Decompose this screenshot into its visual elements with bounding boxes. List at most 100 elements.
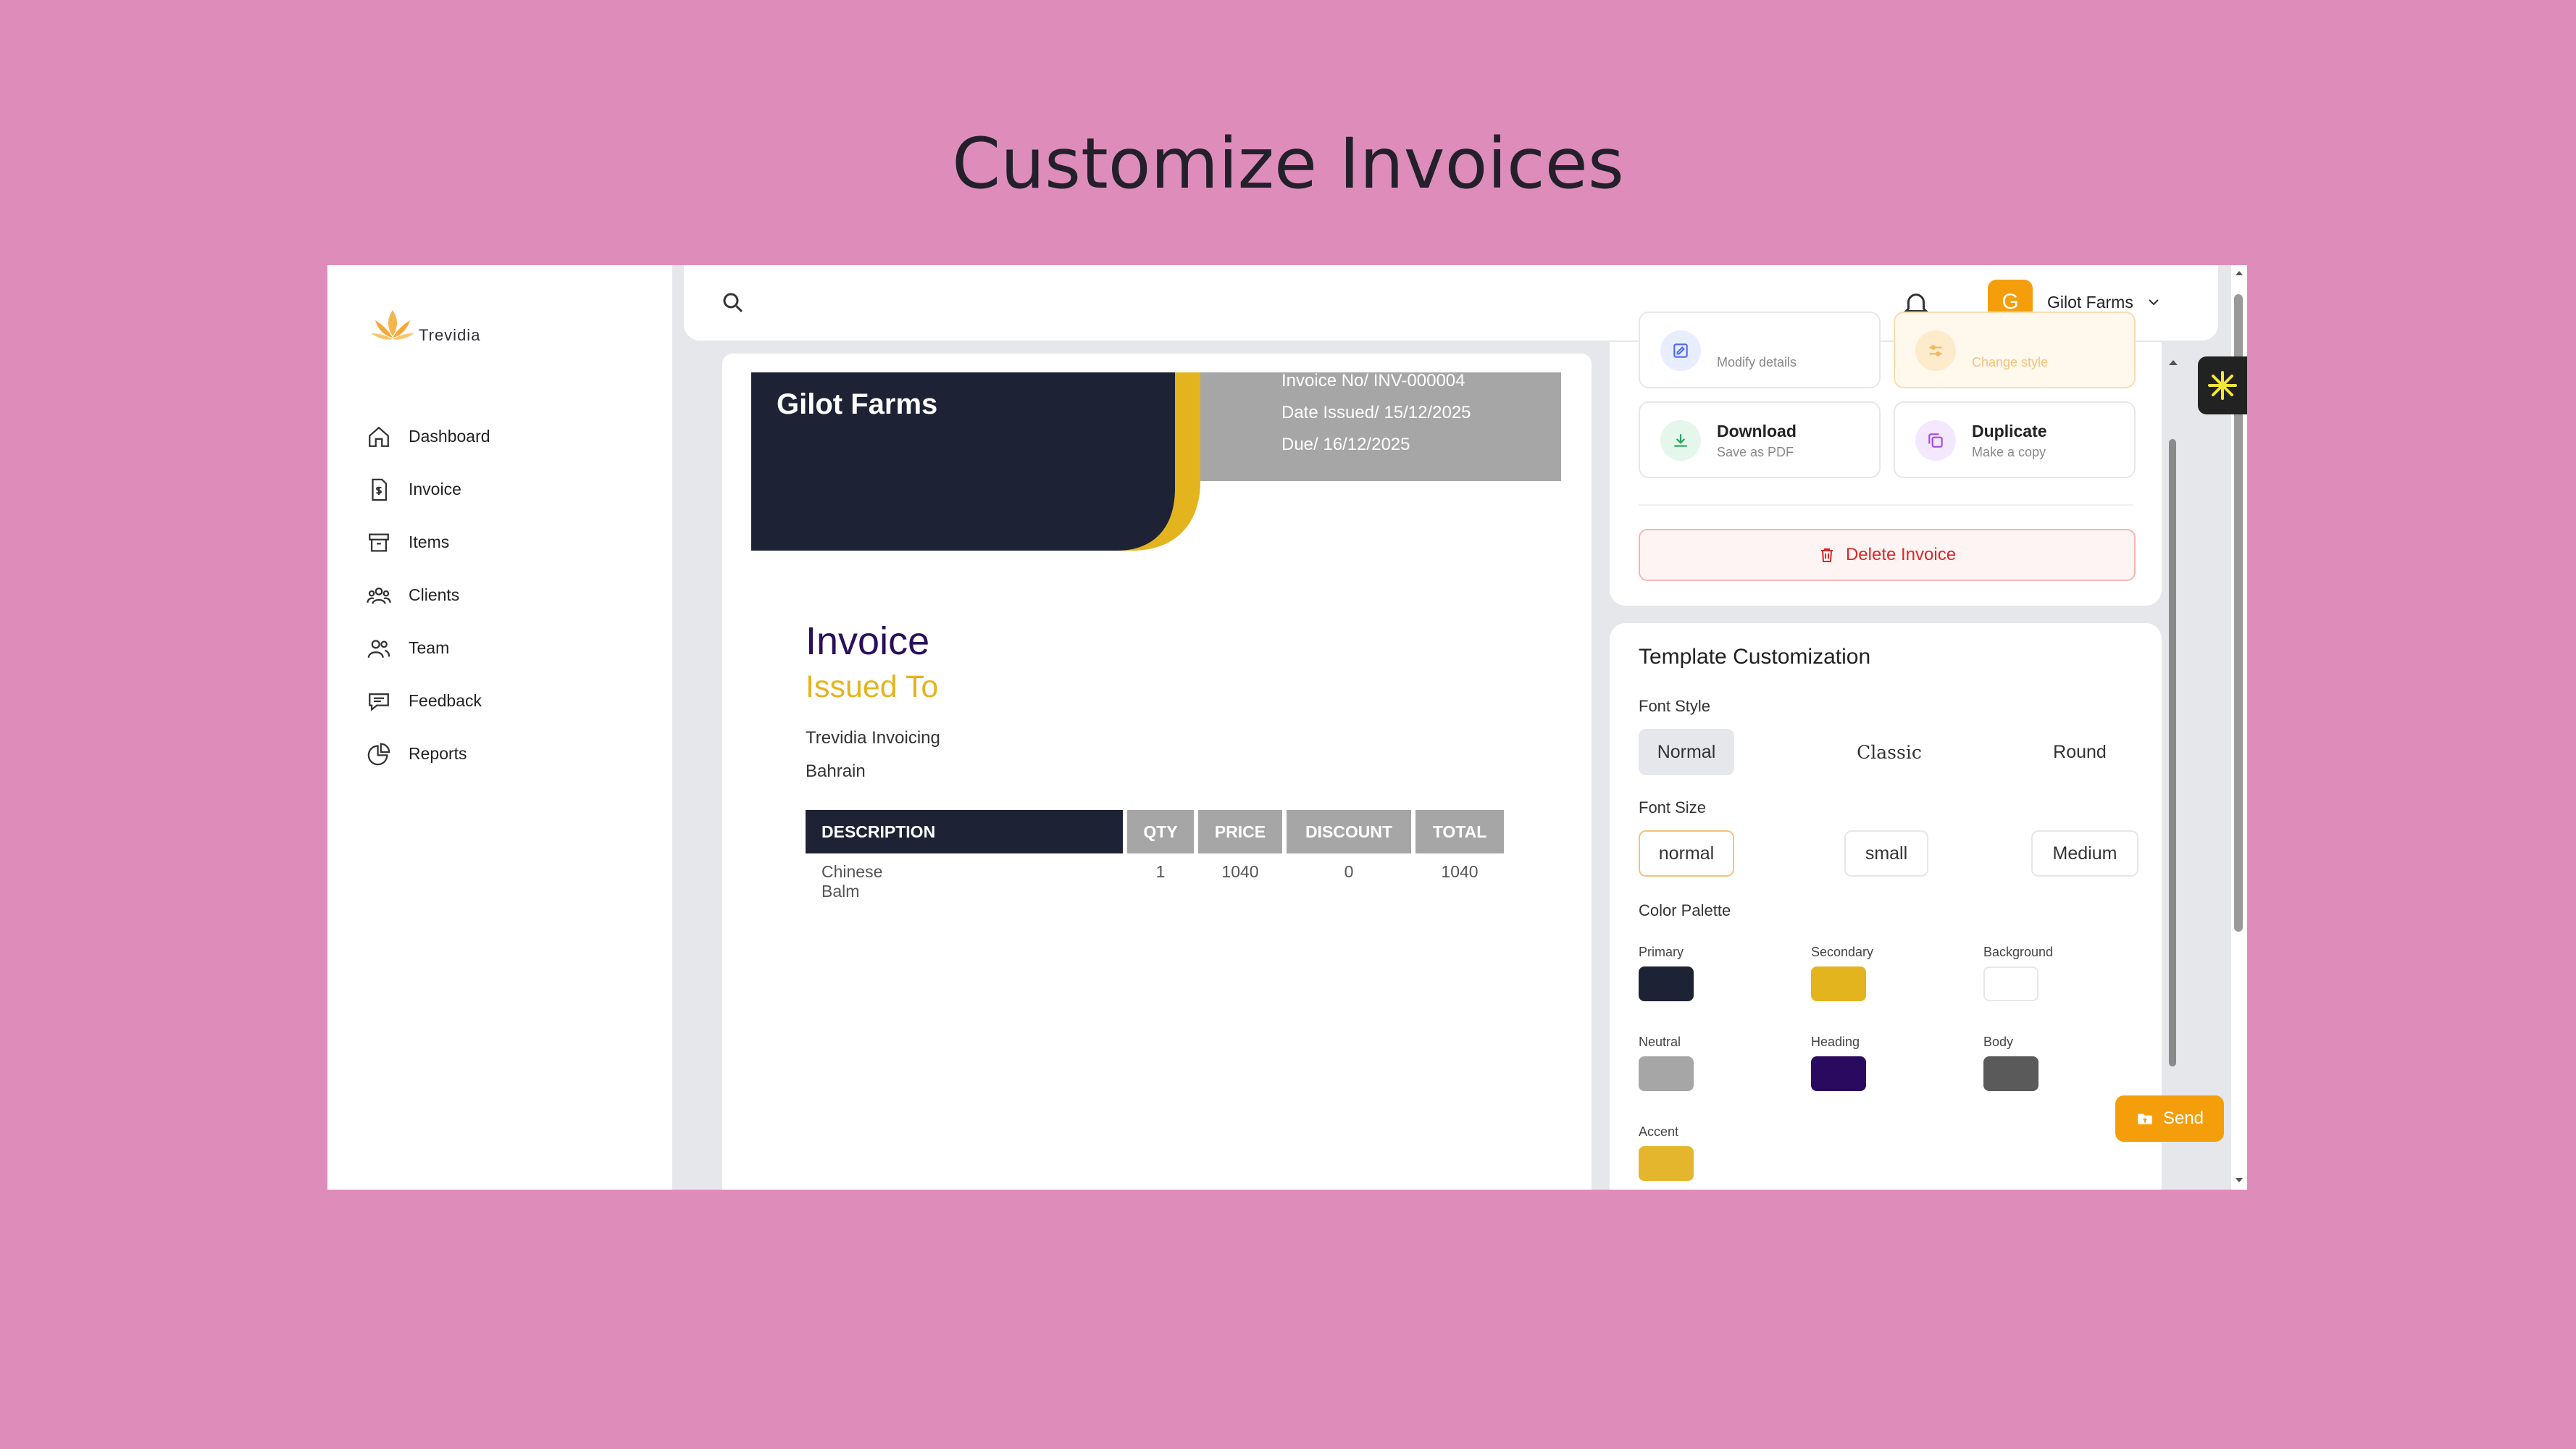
invoice-company-name: Gilot Farms bbox=[777, 388, 938, 420]
swatch-label-body: Body bbox=[1983, 1035, 2014, 1049]
template-customization-panel: Template Customization Font Style Normal… bbox=[1610, 623, 2162, 1190]
copy-icon bbox=[1915, 420, 1956, 461]
reports-icon bbox=[367, 743, 390, 765]
swatch-label-secondary: Secondary bbox=[1811, 945, 1874, 959]
search-icon[interactable] bbox=[720, 290, 746, 316]
swatch-label-accent: Accent bbox=[1639, 1124, 1679, 1139]
brand-logo[interactable]: Trevidia bbox=[369, 306, 480, 346]
send-label: Send bbox=[2162, 1108, 2204, 1128]
send-button[interactable]: Send bbox=[2115, 1095, 2224, 1142]
font-size-medium[interactable]: Medium bbox=[2031, 830, 2138, 877]
delete-invoice-button[interactable]: Delete Invoice bbox=[1639, 529, 2136, 581]
swatch-background[interactable] bbox=[1983, 966, 2038, 1001]
sliders-icon bbox=[1915, 330, 1956, 371]
client-name: Trevidia Invoicing bbox=[806, 728, 940, 748]
feedback-icon bbox=[369, 693, 389, 711]
sidebar-item-reports[interactable]: Reports bbox=[367, 727, 490, 780]
invoice-preview: Gilot Farms Invoice No/ INV-000004 Date … bbox=[722, 354, 1592, 1190]
font-size-small[interactable]: small bbox=[1844, 830, 1928, 877]
send-folder-icon bbox=[2138, 1114, 2152, 1124]
clients-icon bbox=[367, 587, 391, 604]
invoice-icon bbox=[372, 478, 388, 501]
invoice-title: Invoice bbox=[806, 619, 930, 663]
home-icon bbox=[369, 426, 389, 447]
edit-subtitle: Modify details bbox=[1717, 355, 1797, 369]
row-description: Chinese Balm bbox=[821, 862, 883, 901]
row-discount: 0 bbox=[1344, 862, 1354, 881]
download-icon bbox=[1660, 420, 1701, 461]
font-style-classic[interactable]: Classic bbox=[1839, 729, 1940, 775]
swatch-label-neutral: Neutral bbox=[1639, 1035, 1681, 1049]
team-icon bbox=[367, 639, 390, 658]
font-style-label: Font Style bbox=[1639, 697, 1711, 715]
sidebar-nav: Dashboard Invoice Items Clients Team Fee… bbox=[367, 410, 490, 780]
font-style-round[interactable]: Round bbox=[2027, 729, 2133, 775]
asterisk-icon bbox=[2208, 371, 2237, 400]
customize-subtitle: Change style bbox=[1972, 355, 2049, 369]
swatch-body[interactable] bbox=[1983, 1056, 2038, 1091]
swatch-primary[interactable] bbox=[1639, 966, 1694, 1001]
sidebar-item-team[interactable]: Team bbox=[367, 622, 490, 675]
column-header-price: PRICE bbox=[1198, 810, 1282, 853]
duplicate-subtitle: Make a copy bbox=[1972, 445, 2046, 459]
font-size-normal[interactable]: normal bbox=[1639, 830, 1734, 877]
page-scroll-up-arrow-icon[interactable] bbox=[2233, 268, 2246, 278]
customize-invoice-button[interactable]: Change style bbox=[1894, 312, 2136, 388]
app-window: Trevidia Dashboard Invoice Items Clients… bbox=[327, 265, 2247, 1190]
sidebar-item-clients[interactable]: Clients bbox=[367, 569, 490, 622]
font-size-label: Font Size bbox=[1639, 798, 1706, 817]
swatch-neutral[interactable] bbox=[1639, 1056, 1694, 1091]
sidebar-item-label: Clients bbox=[409, 585, 460, 604]
trash-icon bbox=[1820, 548, 1833, 562]
column-header-total: TOTAL bbox=[1415, 810, 1504, 853]
sidebar-item-label: Invoice bbox=[409, 480, 461, 498]
download-subtitle: Save as PDF bbox=[1717, 445, 1794, 459]
invoice-date-issued: Date Issued/ 15/12/2025 bbox=[1281, 403, 1471, 422]
color-palette-label: Color Palette bbox=[1639, 901, 1731, 919]
floating-widget-button[interactable] bbox=[2198, 356, 2247, 414]
sidebar-item-items[interactable]: Items bbox=[367, 516, 490, 569]
issued-to-label: Issued To bbox=[806, 669, 939, 704]
edit-icon bbox=[1660, 330, 1701, 371]
swatch-label-heading: Heading bbox=[1811, 1035, 1860, 1049]
user-name: Gilot Farms bbox=[2047, 292, 2133, 312]
invoice-meta: Invoice No/ INV-000004 Date Issued/ 15/1… bbox=[1281, 365, 1471, 461]
invoice-number: Invoice No/ INV-000004 bbox=[1281, 371, 1465, 391]
duplicate-title: Duplicate bbox=[1972, 422, 2047, 440]
edit-invoice-button[interactable]: Modify details bbox=[1639, 312, 1881, 388]
duplicate-button[interactable]: Duplicate Make a copy bbox=[1894, 401, 2136, 478]
sidebar-item-feedback[interactable]: Feedback bbox=[367, 675, 490, 727]
download-title: Download bbox=[1717, 422, 1797, 440]
panel-scrollbar-thumb[interactable] bbox=[2169, 439, 2176, 1066]
delete-label: Delete Invoice bbox=[1845, 545, 1957, 564]
swatch-accent[interactable] bbox=[1639, 1146, 1694, 1181]
hero-title: Customize Invoices bbox=[952, 123, 1624, 204]
row-qty: 1 bbox=[1155, 862, 1166, 881]
column-header-qty: QTY bbox=[1127, 810, 1194, 853]
divider bbox=[1639, 504, 2133, 506]
sidebar-item-label: Team bbox=[409, 638, 450, 657]
sidebar-item-label: Items bbox=[409, 533, 450, 551]
swatch-label-primary: Primary bbox=[1639, 945, 1684, 959]
client-details: Trevidia Invoicing Bahrain bbox=[806, 722, 940, 788]
page-scroll-down-arrow-icon[interactable] bbox=[2233, 1175, 2246, 1185]
swatch-secondary[interactable] bbox=[1811, 966, 1866, 1001]
swatch-heading[interactable] bbox=[1811, 1056, 1866, 1091]
swatch-label-background: Background bbox=[1983, 945, 2054, 959]
sidebar-item-dashboard[interactable]: Dashboard bbox=[367, 410, 490, 463]
sidebar-item-label: Reports bbox=[409, 744, 467, 763]
brand-name: Trevidia bbox=[419, 326, 481, 344]
customization-title: Template Customization bbox=[1639, 645, 1871, 669]
scroll-up-arrow-icon[interactable] bbox=[2166, 356, 2180, 368]
sidebar-item-label: Dashboard bbox=[409, 427, 490, 446]
font-style-normal[interactable]: Normal bbox=[1639, 729, 1734, 775]
invoice-actions-panel: Modify details Change style Download Sav… bbox=[1610, 312, 2162, 606]
column-header-discount: DISCOUNT bbox=[1287, 810, 1411, 853]
sidebar: Trevidia Dashboard Invoice Items Clients… bbox=[327, 265, 672, 1190]
download-button[interactable]: Download Save as PDF bbox=[1639, 401, 1881, 478]
invoice-due-date: Due/ 16/12/2025 bbox=[1281, 435, 1410, 454]
lotus-logo-icon bbox=[371, 310, 414, 340]
sidebar-item-invoice[interactable]: Invoice bbox=[367, 463, 490, 516]
row-price: 1040 bbox=[1221, 862, 1259, 881]
column-header-description: DESCRIPTION bbox=[806, 810, 1123, 853]
